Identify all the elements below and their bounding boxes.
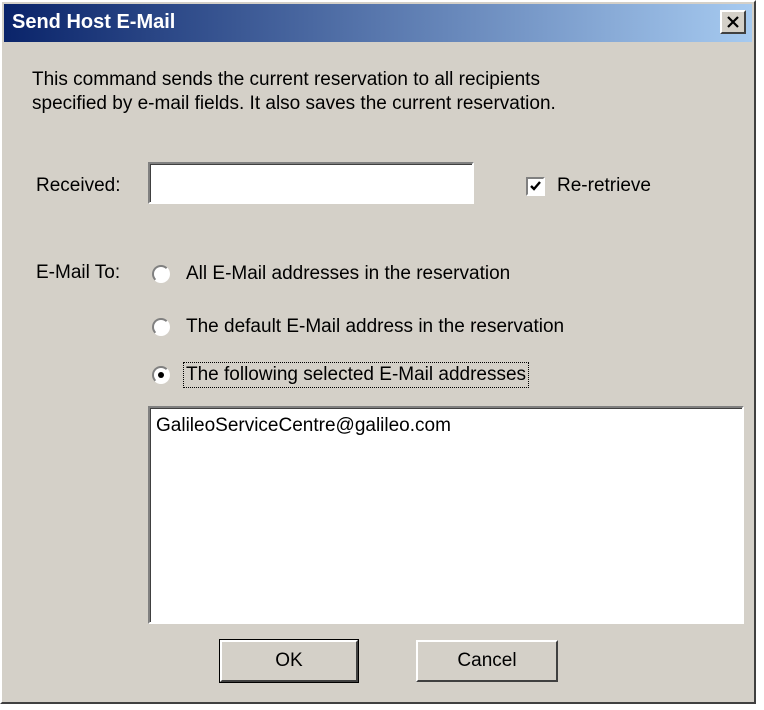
reretrieve-label: Re-retrieve (557, 175, 651, 196)
reretrieve-checkbox-control[interactable]: Re-retrieve (526, 175, 651, 197)
radio-label: The default E-Mail address in the reserv… (186, 316, 565, 337)
close-icon (727, 16, 739, 28)
radio-all-addresses[interactable]: All E-Mail addresses in the reservation (152, 262, 512, 286)
radio-button[interactable] (152, 366, 170, 384)
email-address-list[interactable]: GalileoServiceCentre@galileo.com (148, 406, 744, 624)
window-title: Send Host E-Mail (12, 11, 176, 33)
received-label: Received: (36, 175, 121, 196)
ok-button[interactable]: OK (219, 639, 359, 683)
radio-button[interactable] (152, 265, 170, 283)
send-host-email-dialog: Send Host E-Mail This command sends the … (0, 0, 756, 704)
list-item[interactable]: GalileoServiceCentre@galileo.com (156, 414, 736, 438)
radio-default-address[interactable]: The default E-Mail address in the reserv… (152, 315, 566, 339)
radio-selected-dot (158, 372, 164, 378)
radio-label: The following selected E-Mail addresses (182, 362, 530, 388)
radio-selected-addresses[interactable]: The following selected E-Mail addresses (152, 362, 530, 388)
reretrieve-checkbox[interactable] (526, 176, 545, 196)
close-button[interactable] (720, 10, 746, 34)
radio-button[interactable] (152, 318, 170, 336)
email-to-label: E-Mail To: (36, 262, 121, 283)
received-input[interactable] (148, 162, 474, 204)
radio-label: All E-Mail addresses in the reservation (186, 263, 511, 284)
cancel-button[interactable]: Cancel (416, 640, 558, 682)
description-text: This command sends the current reservati… (32, 69, 556, 114)
checkmark-icon (530, 180, 541, 191)
title-bar[interactable]: Send Host E-Mail (4, 4, 752, 42)
